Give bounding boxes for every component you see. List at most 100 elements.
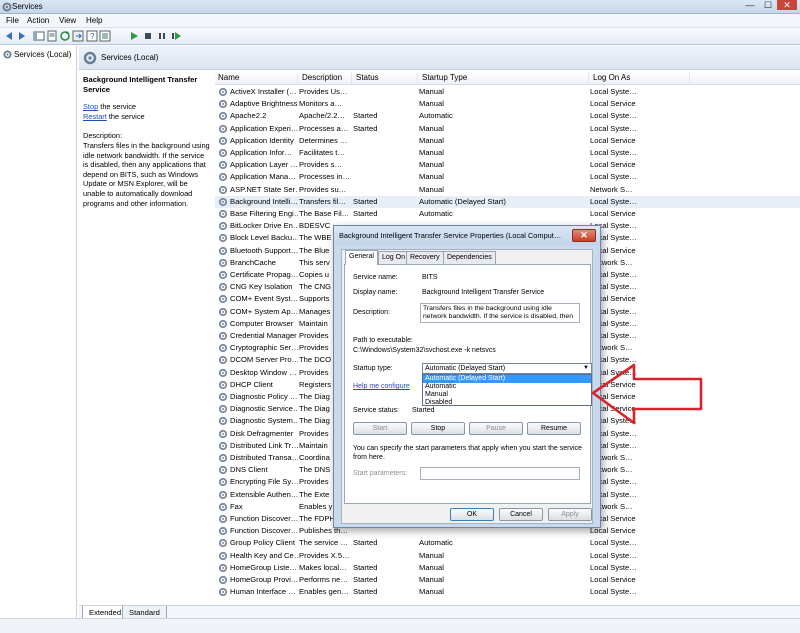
apply-button[interactable]: Apply [548, 508, 592, 521]
option-disabled[interactable]: Disabled [423, 399, 591, 407]
service-gear-icon [218, 319, 228, 328]
restart-service-icon[interactable] [170, 30, 182, 42]
service-gear-icon [218, 417, 228, 426]
description-box[interactable]: Transfers files in the background using … [420, 303, 580, 323]
service-gear-icon [218, 100, 228, 109]
pause-service-icon[interactable] [156, 30, 168, 42]
table-row[interactable]: Application Infor… Facilitates t… Manual Lo… [215, 147, 800, 159]
service-gear-icon [218, 136, 228, 145]
ok-button[interactable]: OK [450, 508, 494, 521]
menu-help[interactable]: Help [86, 16, 102, 25]
tab-general[interactable]: General [345, 250, 378, 265]
cell-name: Extensible Authen… [230, 489, 298, 499]
cell-startup: Automatic (Delayed Start) [419, 196, 506, 206]
cell-description: Apache/2.2… [299, 111, 346, 121]
cell-name: Base Filtering Engi… [230, 209, 298, 218]
startup-type-select[interactable]: Automatic (Delayed Start) ▼ [422, 363, 592, 374]
cell-description: Determines … [299, 135, 348, 145]
console-tree-icon[interactable] [33, 30, 45, 42]
tab-recovery[interactable]: Recovery [406, 251, 444, 264]
stop-service-link[interactable]: Stop [83, 102, 98, 111]
cell-name: ActiveX Installer (… [230, 87, 297, 96]
tab-log-on[interactable]: Log On [378, 251, 409, 264]
properties-icon[interactable] [46, 30, 58, 42]
option-automatic-delayed[interactable]: Automatic (Delayed Start) [423, 375, 591, 383]
cell-name: Group Policy Client [230, 538, 295, 548]
service-gear-icon [218, 331, 228, 341]
view-tabs: Extended Standard [79, 605, 800, 619]
cancel-button[interactable]: Cancel [499, 508, 543, 521]
column-header-status[interactable]: Status [353, 73, 418, 85]
cell-logon: Local Syste… [590, 111, 637, 121]
table-row[interactable]: Application Layer … Provides s… Manual Loca… [215, 159, 800, 171]
table-row[interactable]: Application Mana… Processes in… Manual Loca… [215, 171, 800, 183]
chevron-down-icon: ▼ [583, 365, 589, 371]
cell-logon: Local Syste… [590, 282, 637, 292]
restart-service-link[interactable]: Restart [83, 112, 107, 121]
menu-view[interactable]: View [59, 16, 76, 25]
service-gear-icon [218, 124, 228, 133]
column-header-description[interactable]: Description [299, 73, 352, 85]
cell-logon: Local Service [590, 160, 636, 170]
cell-logon: Local Syste… [590, 148, 637, 157]
help-configure-link[interactable]: Help me configure [353, 383, 410, 390]
option-manual[interactable]: Manual [423, 391, 591, 399]
table-row[interactable]: ASP.NET State Ser… Provides su… Manual Netw… [215, 184, 800, 196]
resume-button[interactable]: Resume [527, 422, 581, 435]
refresh-icon[interactable] [59, 30, 71, 42]
stop-button[interactable]: Stop [411, 422, 465, 435]
cell-logon: Local Service [590, 99, 636, 109]
service-gear-icon [218, 234, 228, 243]
minimize-button[interactable]: — [742, 0, 758, 10]
cell-name: HomeGroup Provi… [230, 575, 298, 584]
cell-startup: Manual [419, 123, 444, 133]
services-header-icon [83, 51, 97, 64]
cell-logon: Local Syste… [590, 538, 637, 548]
service-gear-icon [218, 87, 228, 97]
column-header-startup-type[interactable]: Startup Type [419, 73, 589, 85]
maximize-button[interactable]: ☐ [761, 0, 775, 10]
table-row[interactable]: Adaptive Brightness Monitors a… Manual Loca… [215, 98, 800, 110]
cell-name: Human Interface … [230, 587, 296, 597]
table-row[interactable]: Group Policy Client The service … Started A… [215, 537, 800, 549]
table-row[interactable]: Human Interface … Enables gen… Started Manu… [215, 586, 800, 598]
table-row[interactable]: Application Experi… Processes a… Started Ma… [215, 123, 800, 135]
column-header-log-on-as[interactable]: Log On As [590, 73, 690, 85]
option-automatic[interactable]: Automatic [423, 383, 591, 391]
menu-file[interactable]: File [6, 16, 19, 25]
table-row[interactable]: Apache2.2 Apache/2.2… Started Automatic Loca… [215, 110, 800, 122]
service-gear-icon [218, 527, 228, 536]
window-title: Services [12, 2, 43, 11]
start-button[interactable]: Start [353, 422, 407, 435]
stop-service-icon[interactable] [142, 30, 154, 42]
help-icon[interactable]: ? [86, 30, 98, 42]
dialog-close-button[interactable]: ✕ [572, 229, 596, 242]
menu-action[interactable]: Action [27, 16, 49, 25]
table-row[interactable]: Application Identity Determines … Manual Lo… [215, 135, 800, 147]
view-icon[interactable] [99, 30, 111, 42]
pause-button[interactable]: Pause [469, 422, 523, 435]
cell-logon: Local Syste… [590, 196, 637, 206]
startup-type-label: Startup type: [353, 365, 393, 372]
start-service-icon[interactable] [128, 30, 140, 42]
table-row[interactable]: Background Intelli… Transfers fil… Started… [215, 195, 800, 208]
service-gear-icon [218, 209, 228, 219]
tab-dependencies[interactable]: Dependencies [443, 251, 496, 264]
table-row[interactable]: ActiveX Installer (… Provides Us… Manual Lo… [215, 86, 800, 98]
close-button[interactable]: ✕ [777, 0, 797, 10]
start-params-input[interactable] [420, 467, 580, 480]
table-row[interactable]: Health Key and Ce… Provides X.5… Manual Loc… [215, 550, 800, 562]
table-row[interactable]: HomeGroup Liste… Makes local… Started Manua… [215, 562, 800, 574]
service-gear-icon [218, 453, 228, 463]
back-arrow-icon[interactable] [3, 30, 15, 42]
column-header-name[interactable]: Name [215, 73, 298, 85]
forward-arrow-icon[interactable] [16, 30, 28, 42]
export-list-icon[interactable] [72, 30, 84, 42]
tree-item-services-local[interactable]: Services (Local) [3, 50, 71, 59]
cell-logon: Network S… [590, 465, 633, 475]
table-row[interactable]: HomeGroup Provi… Performs ne… Started Manua… [215, 574, 800, 586]
cell-description: Makes local… [299, 562, 347, 572]
table-row[interactable]: Base Filtering Engi… The Base Fil… Started… [215, 208, 800, 220]
service-gear-icon [218, 466, 228, 475]
service-gear-icon [218, 197, 228, 206]
